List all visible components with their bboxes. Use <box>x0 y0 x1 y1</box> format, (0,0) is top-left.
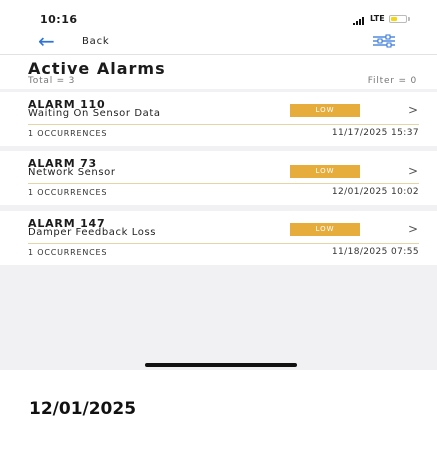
chevron-right-icon[interactable]: > <box>408 103 418 117</box>
home-indicator[interactable] <box>145 363 297 367</box>
back-button[interactable]: Back <box>82 36 109 47</box>
navigation-bar: ← Back <box>0 30 437 55</box>
alarm-card[interactable]: ALARM 110 Waiting On Sensor Data LOW > 1… <box>0 92 437 146</box>
alarm-description: Network Sensor <box>28 167 116 178</box>
phone-screen: 10:16 LTE ← Back Active Alarms Total = 3… <box>0 0 437 370</box>
occurrence-count: 1 OCCURRENCES <box>28 248 108 257</box>
signal-icon <box>353 17 367 25</box>
alarm-timestamp: 11/17/2025 15:37 <box>331 128 419 138</box>
occurrence-count: 1 OCCURRENCES <box>28 188 108 197</box>
severity-badge: LOW <box>290 223 360 236</box>
alarm-card[interactable]: ALARM 147 Damper Feedback Loss LOW > 1 O… <box>0 211 437 265</box>
filter-sliders-icon[interactable] <box>372 33 396 49</box>
divider <box>28 243 419 244</box>
divider <box>28 183 419 184</box>
severity-badge: LOW <box>290 165 360 178</box>
chevron-right-icon[interactable]: > <box>408 164 418 178</box>
alarm-timestamp: 12/01/2025 10:02 <box>331 187 419 197</box>
caption-date: 12/01/2025 <box>29 399 137 419</box>
network-type: LTE <box>370 14 385 23</box>
status-time: 10:16 <box>40 13 78 26</box>
alarm-description: Damper Feedback Loss <box>28 227 157 238</box>
alarms-header: Active Alarms Total = 3 Filter = 0 <box>0 55 437 89</box>
alarm-description: Waiting On Sensor Data <box>28 108 161 119</box>
alarm-card[interactable]: ALARM 73 Network Sensor LOW > 1 OCCURREN… <box>0 151 437 205</box>
back-arrow-icon[interactable]: ← <box>38 30 55 52</box>
total-count: Total = 3 <box>28 76 76 86</box>
battery-icon <box>389 15 407 23</box>
alarm-timestamp: 11/18/2025 07:55 <box>331 247 419 257</box>
occurrence-count: 1 OCCURRENCES <box>28 129 108 138</box>
divider <box>28 124 419 125</box>
battery-tip <box>408 17 410 21</box>
status-bar: 10:16 LTE <box>0 0 437 30</box>
severity-badge: LOW <box>290 104 360 117</box>
chevron-right-icon[interactable]: > <box>408 222 418 236</box>
filter-count[interactable]: Filter = 0 <box>368 76 417 86</box>
